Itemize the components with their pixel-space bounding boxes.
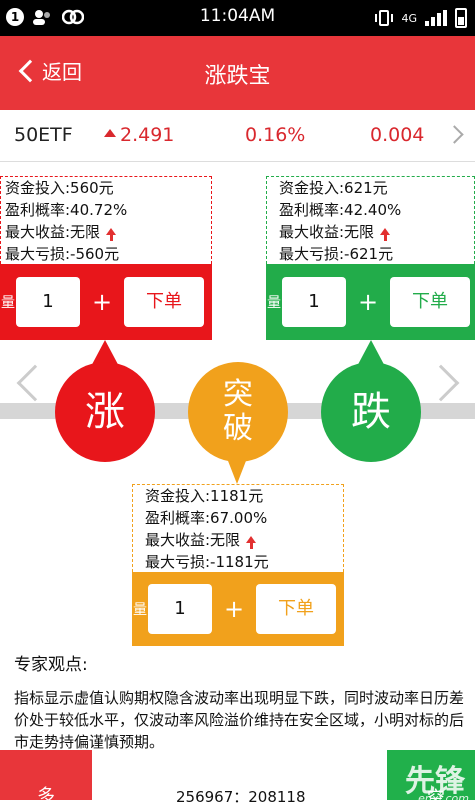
break-info: 资金投入:1181元 盈利概率:67.00% 最大收益:无限 最大亏损:-118… [132,484,344,572]
rise-max-gain: 最大收益:无限 [5,221,211,243]
rise-max-gain-text: 最大收益:无限 [5,223,101,241]
fall-order-bar: 量 1 + 下单 [266,264,475,340]
rise-prob: 盈利概率:40.72% [5,201,128,219]
title-bar: 返回 涨跌宝 [0,36,475,110]
status-bar: 1 11:04AM 4G [0,0,475,36]
break-circle[interactable]: 突破 [188,362,288,462]
rise-info: 资金投入:560元 盈利概率:40.72% 最大收益:无限 最大亏损:-560元 [0,176,212,264]
fall-max-loss: 最大亏损:-621元 [279,245,394,263]
long-short-ratio: 256967：208118 [176,788,306,806]
rise-invest: 资金投入:560元 [5,179,114,197]
quote-percent: 0.16% [245,124,306,146]
short-button[interactable]: 空 先锋 enxf.com [387,750,475,809]
break-qty-input[interactable]: 1 [148,584,212,634]
arrow-up-icon [380,228,391,241]
page-title: 涨跌宝 [204,64,271,89]
fall-max-gain: 最大收益:无限 [279,221,474,243]
quote-price: 2.491 [104,124,174,146]
fall-qty-label: 量 [267,295,281,311]
fall-card: 资金投入:621元 盈利概率:42.40% 最大收益:无限 最大亏损:-621元… [266,176,475,340]
rise-qty-input[interactable]: 1 [16,277,80,327]
chevron-left-icon[interactable] [16,364,54,402]
rise-card: 资金投入:560元 盈利概率:40.72% 最大收益:无限 最大亏损:-560元… [0,176,212,340]
break-order-button[interactable]: 下单 [256,584,336,634]
fall-qty-input[interactable]: 1 [282,277,346,327]
arrow-up-icon [246,536,257,549]
break-order-bar: 量 1 + 下单 [132,572,344,646]
expert-heading: 专家观点: [14,655,88,675]
status-right: 4G [375,8,467,28]
fall-circle[interactable]: 跌 [321,362,421,462]
watermark-url: enxf.com [418,792,469,805]
rise-plus-button[interactable]: + [80,288,124,316]
battery-icon [455,8,467,28]
quote-symbol: 50ETF [14,124,73,146]
fall-plus-button[interactable]: + [346,288,390,316]
long-button[interactable]: 多 [0,750,92,807]
quote-price-value: 2.491 [120,124,175,146]
expert-text: 指标显示虚值认购期权隐含波动率出现明显下跌，同时波动率日历差价处于较低水平，仅波… [14,689,465,751]
fall-info: 资金投入:621元 盈利概率:42.40% 最大收益:无限 最大亏损:-621元 [266,176,475,264]
rise-order-bar: 量 1 + 下单 [0,264,212,340]
break-max-gain-text: 最大收益:无限 [145,531,241,549]
chevron-right-icon[interactable] [422,364,460,402]
bottom-bar: 多 256967：208118 空 先锋 enxf.com [0,750,475,809]
break-qty-label: 量 [133,602,147,618]
vibrate-icon [375,10,394,26]
quote-change: 0.004 [370,124,425,146]
break-card: 资金投入:1181元 盈利概率:67.00% 最大收益:无限 最大亏损:-118… [132,484,344,646]
fall-prob: 盈利概率:42.40% [279,201,402,219]
break-prob: 盈利概率:67.00% [145,509,268,527]
expert-section: 专家观点: 指标显示虚值认购期权隐含波动率出现明显下跌，同时波动率日历差价处于较… [14,650,464,753]
fall-invest: 资金投入:621元 [279,179,388,197]
chevron-right-icon[interactable] [445,125,464,144]
rise-max-loss: 最大亏损:-560元 [5,245,120,263]
arrow-up-icon [106,228,117,241]
break-plus-button[interactable]: + [212,595,256,623]
rise-qty-label: 量 [1,295,15,311]
fall-max-gain-text: 最大收益:无限 [279,223,375,241]
break-invest: 资金投入:1181元 [145,487,264,505]
rise-circle[interactable]: 涨 [55,362,155,462]
rise-order-button[interactable]: 下单 [124,277,204,327]
signal-icon [425,10,447,26]
fall-order-button[interactable]: 下单 [390,277,470,327]
network-type: 4G [401,11,417,25]
quote-row[interactable]: 50ETF 2.491 0.16% 0.004 [0,110,475,162]
arrow-up-icon [104,129,116,137]
break-max-gain: 最大收益:无限 [145,529,343,551]
break-max-loss: 最大亏损:-1181元 [145,553,269,571]
